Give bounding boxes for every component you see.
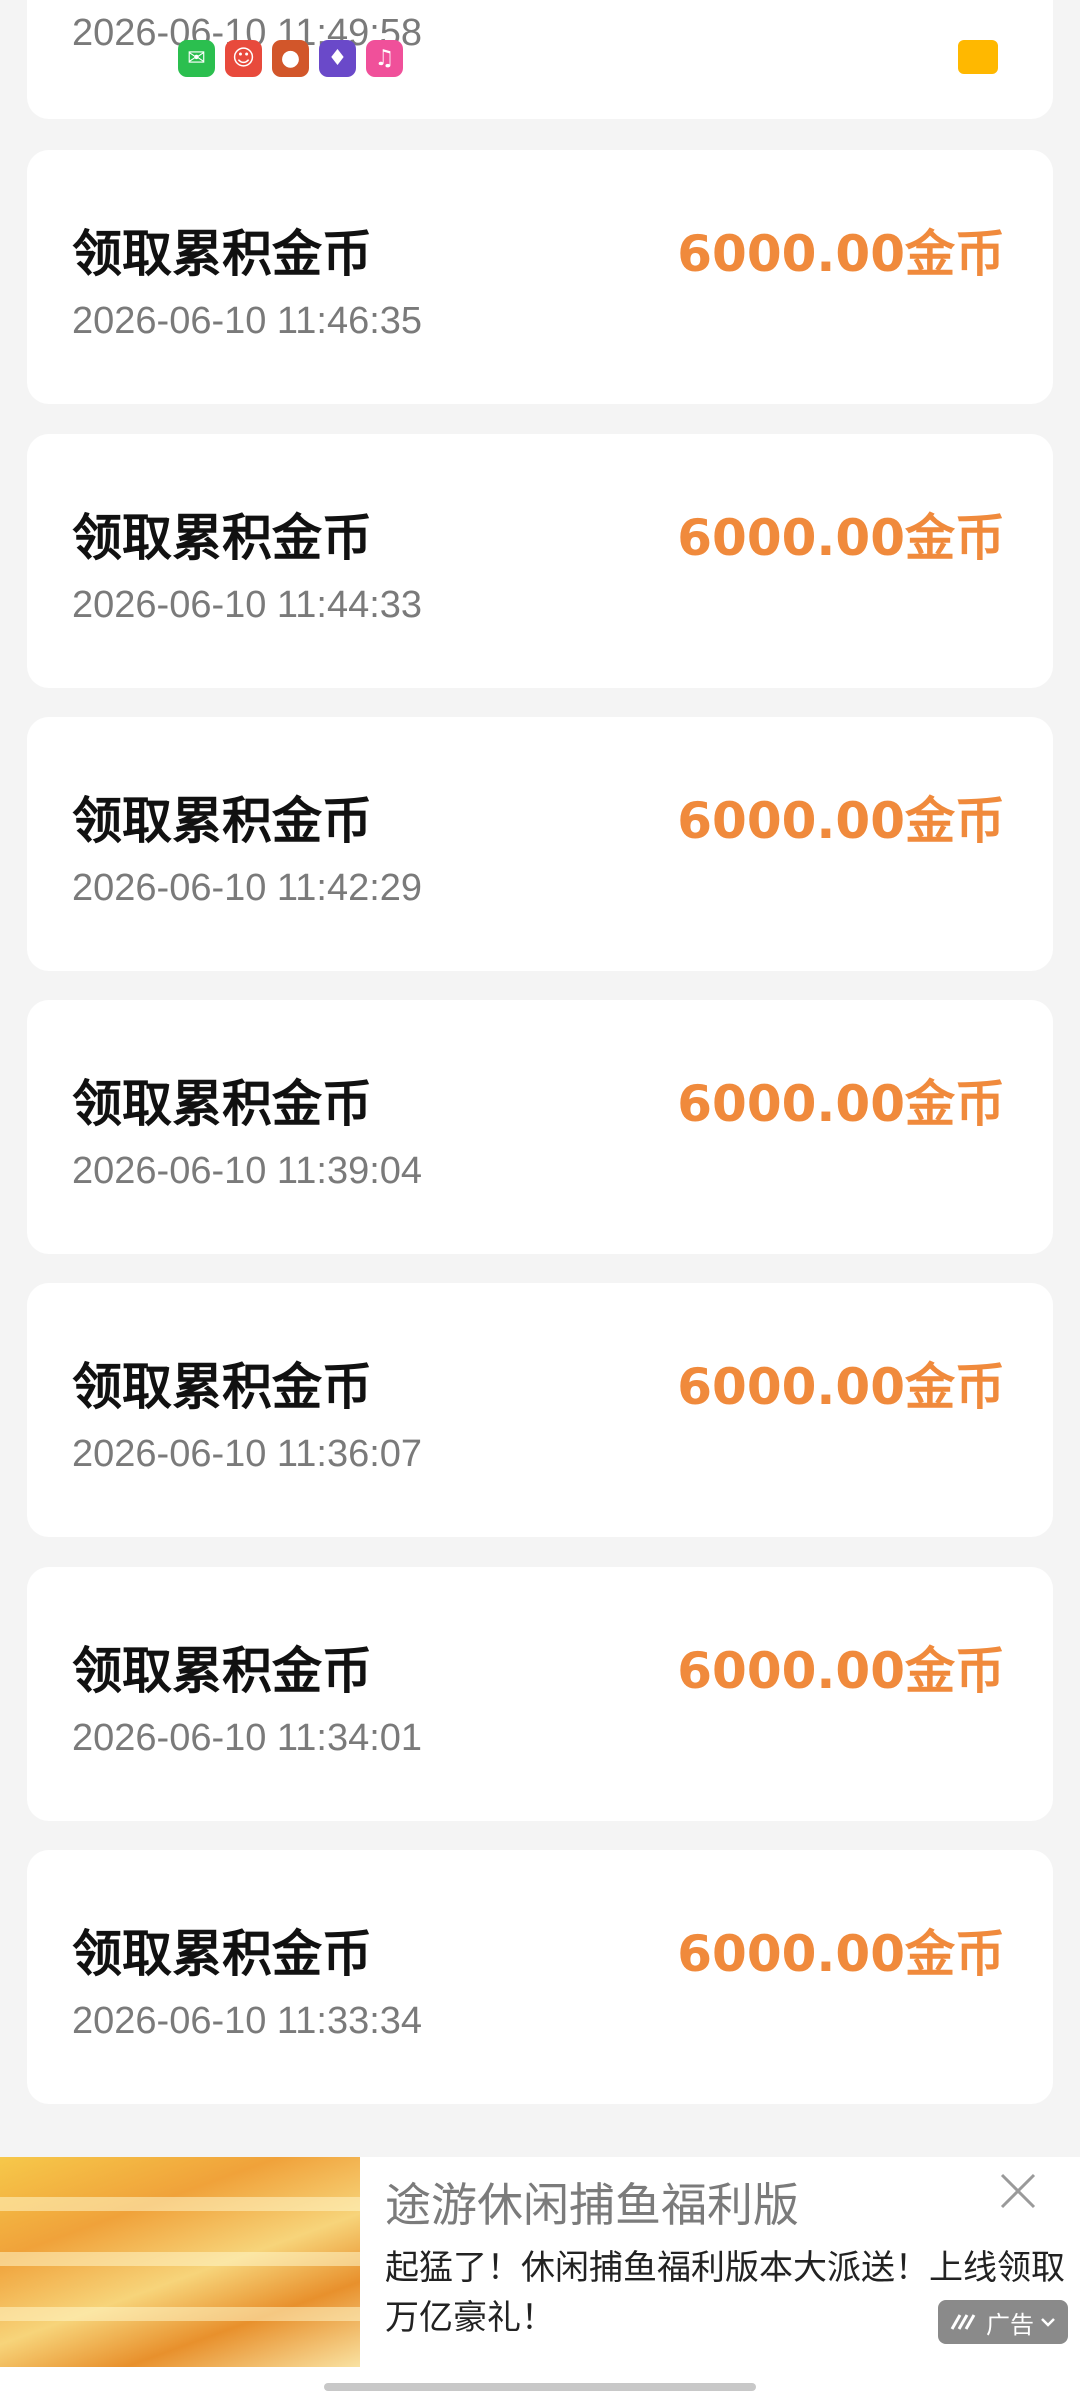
record-card[interactable]: 领取累积金币 6000.00金币 2026-06-10 11:36:07 [27, 1283, 1053, 1537]
record-card[interactable]: 领取累积金币 6000.00金币 2026-06-10 11:42:29 [27, 717, 1053, 971]
chevron-down-icon [1041, 2318, 1055, 2327]
record-amount: 6000.00金币 [677, 1075, 1005, 1133]
record-amount: 6000.00金币 [677, 792, 1005, 850]
record-title: 领取累积金币 [72, 225, 372, 283]
record-time: 2026-06-10 11:34:01 [72, 1717, 423, 1759]
ad-network-icon [950, 2314, 976, 2330]
app-pink-icon: ♫ [366, 40, 403, 77]
notification-icons: ✉ ☺ ● ♦ ♫ [178, 40, 403, 77]
record-card[interactable]: 领取累积金币 6000.00金币 2026-06-10 11:34:01 [27, 1567, 1053, 1821]
ad-badge-label: 广告 [986, 2310, 1034, 2339]
ad-image-streak [0, 2197, 360, 2211]
close-icon [1000, 2173, 1036, 2209]
record-amount: 6000.00金币 [677, 1358, 1005, 1416]
ad-banner[interactable]: 途游休闲捕鱼福利版 起猛了！休闲捕鱼福利版本大派送！上线领取万亿豪礼！ 广告 [0, 2157, 1080, 2400]
record-title: 领取累积金币 [72, 1642, 372, 1700]
record-time: 2026-06-10 11:46:35 [72, 300, 423, 342]
record-card[interactable]: 领取累积金币 6000.00金币 2026-06-10 11:44:33 [27, 434, 1053, 688]
record-time: 2026-06-10 11:39:04 [72, 1150, 423, 1192]
home-indicator[interactable] [324, 2383, 756, 2391]
wechat-icon: ✉ [178, 40, 215, 77]
ad-badge[interactable]: 广告 [938, 2300, 1068, 2344]
ad-image[interactable] [0, 2157, 360, 2367]
record-amount: 6000.00金币 [677, 225, 1005, 283]
record-title: 领取累积金币 [72, 1925, 372, 1983]
record-title: 领取累积金币 [72, 509, 372, 567]
record-card[interactable]: 领取累积金币 6000.00金币 2026-06-10 11:39:04 [27, 1000, 1053, 1254]
app-orange-icon: ● [272, 40, 309, 77]
ad-title[interactable]: 途游休闲捕鱼福利版 [385, 2169, 799, 2235]
record-title: 领取累积金币 [72, 1075, 372, 1133]
ad-image-streak [0, 2307, 360, 2321]
record-card[interactable]: 领取累积金币 6000.00金币 2026-06-10 11:46:35 [27, 150, 1053, 404]
record-amount: 6000.00金币 [677, 509, 1005, 567]
record-title: 领取累积金币 [72, 1358, 372, 1416]
record-time: 2026-06-10 11:42:29 [72, 867, 423, 909]
close-ad-button[interactable] [996, 2169, 1040, 2213]
record-time: 2026-06-10 11:36:07 [72, 1433, 423, 1475]
record-time: 2026-06-10 11:44:33 [72, 584, 423, 626]
record-title: 领取累积金币 [72, 792, 372, 850]
app-game-icon: ♦ [319, 40, 356, 77]
ad-image-streak [0, 2252, 360, 2266]
record-amount: 6000.00金币 [677, 1925, 1005, 1983]
app-red-icon: ☺ [225, 40, 262, 77]
record-amount: 6000.00金币 [677, 1642, 1005, 1700]
record-time: 2026-06-10 11:33:34 [72, 2000, 423, 2042]
record-card[interactable]: 领取累积金币 6000.00金币 2026-06-10 11:33:34 [27, 1850, 1053, 2104]
